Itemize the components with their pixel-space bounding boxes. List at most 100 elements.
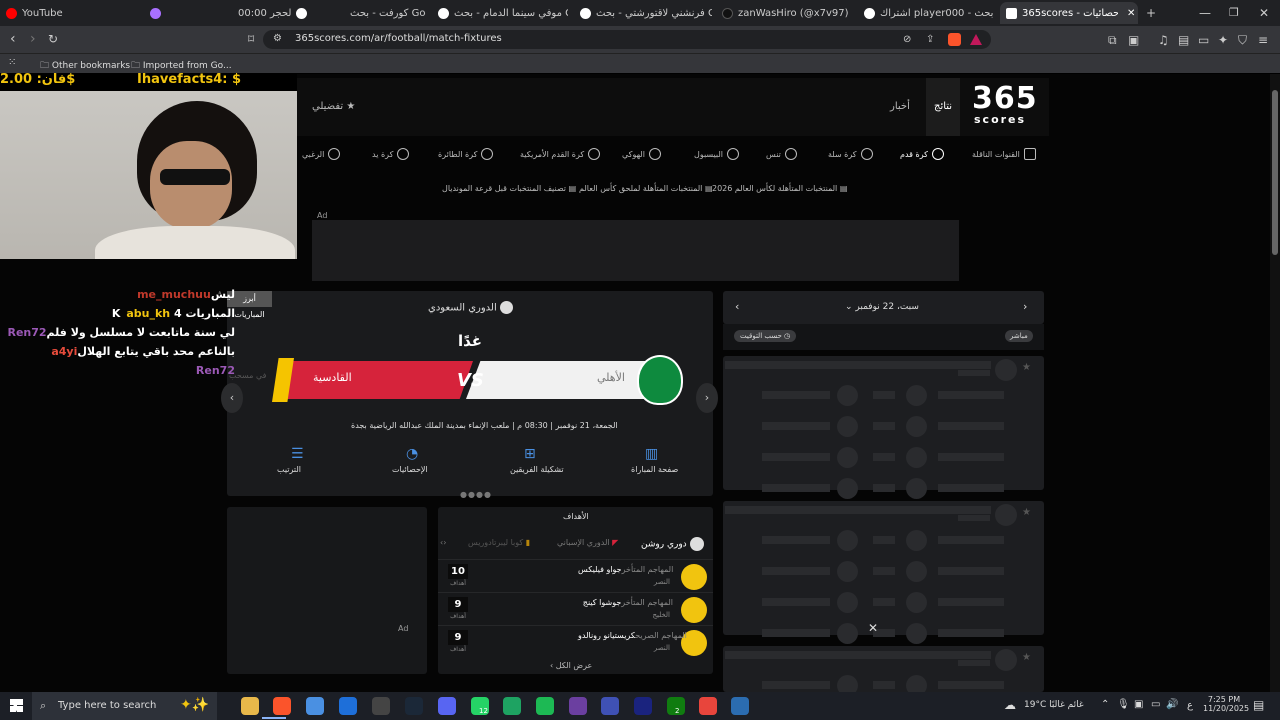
sidebar-icon[interactable]: ▤ <box>1178 34 1189 46</box>
date-prev-icon[interactable]: ‹ <box>735 300 739 313</box>
tab-youtube[interactable]: YouTube <box>6 2 146 24</box>
share-icon[interactable]: ⇪ <box>926 35 934 45</box>
windows-start-icon[interactable] <box>10 699 23 712</box>
wallet-2-icon[interactable]: ▭ <box>1198 34 1209 46</box>
tab-google-1[interactable]: كورفت - بحث Google <box>296 2 426 24</box>
menu-icon[interactable]: ≡ <box>1258 34 1268 46</box>
forward-icon[interactable]: › <box>30 32 36 46</box>
carousel-dots[interactable]: ●●●● <box>460 490 492 499</box>
tray-chevron-icon[interactable]: ⌃ <box>1101 699 1109 710</box>
sport-american-football[interactable]: كرة القدم الأمريكية <box>520 148 601 160</box>
show-all-link[interactable]: ‹ عرض الكل <box>550 661 592 670</box>
site-logo[interactable]: 365 <box>972 84 1038 114</box>
screen-icon[interactable] <box>731 697 749 715</box>
back-icon[interactable]: ‹ <box>10 32 16 46</box>
promo-ranking[interactable]: تصنيف المنتخبات قبل قرعة المونديال ▤ <box>442 184 576 193</box>
brave-icon[interactable] <box>273 697 291 715</box>
discord-icon[interactable] <box>438 697 456 715</box>
outlook-icon[interactable] <box>339 697 357 715</box>
apps-icon[interactable]: ⁙ <box>8 58 16 68</box>
translate-icon[interactable]: ⊘ <box>903 35 911 45</box>
store-icon[interactable] <box>306 697 324 715</box>
tab-google-4[interactable]: اشتراك player000 - بحث Google <box>864 2 994 24</box>
new-tab-icon[interactable]: + <box>1146 7 1156 19</box>
action-standings[interactable]: الترتيب <box>277 465 301 474</box>
nav-favorites[interactable]: تفضيلي ★ <box>312 101 355 112</box>
game-icon[interactable] <box>372 697 390 715</box>
player-name[interactable]: المهاجم المتأخرجوشوا كينج <box>578 598 676 607</box>
sport-tv[interactable]: القنوات الناقلة <box>972 148 1036 160</box>
app-icon[interactable] <box>569 697 587 715</box>
live-filter[interactable]: مباشر <box>1005 330 1033 342</box>
tab-libertadores[interactable]: كوبا ليبرتادوريس ▮ <box>468 538 530 547</box>
notifications-icon[interactable]: ▤ <box>1253 698 1264 712</box>
tab-google-2[interactable]: موفي سينما الدمام - بحث Google <box>438 2 568 24</box>
tab-365scores[interactable]: 365scores - نتائج وإحصائيات✕ <box>1000 2 1138 24</box>
close-ad-icon[interactable]: ✕ <box>868 621 878 635</box>
tab-twitch[interactable] <box>150 2 170 24</box>
weather-text[interactable]: 19°C غائم غالبًا <box>1024 700 1084 710</box>
action-stats[interactable]: الإحصائيات <box>392 465 428 474</box>
sport-basketball[interactable]: كرة سلة <box>828 148 873 160</box>
close-tab-icon[interactable]: ✕ <box>1127 8 1135 19</box>
steam-icon[interactable] <box>405 697 423 715</box>
address-input[interactable]: 365scores.com/ar/football/match-fixtures <box>263 30 991 49</box>
network-icon[interactable]: ▭ <box>1151 699 1160 710</box>
site-info-icon[interactable]: ⚙ <box>273 34 282 44</box>
player-name[interactable]: المهاجم الصريحكريستيانو رونالدو <box>578 631 687 640</box>
meet-icon[interactable] <box>503 697 521 715</box>
music-icon[interactable]: ♫ <box>1158 34 1169 46</box>
clock[interactable]: 7:25 PM 11/20/2025 <box>1203 695 1249 713</box>
star-icon[interactable]: ★ <box>1022 362 1031 373</box>
action-lineup[interactable]: تشكيلة الفريقين <box>510 465 564 474</box>
tab-tiktok[interactable]: zanWasHiro (@x7v97) | TikTok <box>722 2 852 24</box>
brave-shield-icon[interactable] <box>948 33 961 46</box>
scroll-left-icon[interactable]: ‹› <box>440 538 446 547</box>
language-indicator[interactable]: ع <box>1187 700 1193 711</box>
next-match-icon[interactable]: › <box>696 383 718 413</box>
sport-hockey[interactable]: الهوكي <box>622 148 661 160</box>
sport-tennis[interactable]: تنس <box>766 148 797 160</box>
scrollbar-thumb[interactable] <box>1272 90 1278 255</box>
file-explorer-icon[interactable] <box>241 697 259 715</box>
prev-match-icon[interactable]: ‹ <box>221 383 243 413</box>
star-icon[interactable]: ★ <box>1022 652 1031 663</box>
vpn-app-icon[interactable] <box>601 697 619 715</box>
nav-news[interactable]: أخبار <box>890 101 910 112</box>
sport-rugby[interactable]: الرغبي <box>302 148 341 160</box>
terminal-icon[interactable] <box>634 697 652 715</box>
vpn-icon[interactable]: ⛉ <box>1238 34 1247 46</box>
bookmark-icon[interactable]: ⌑ <box>248 33 254 45</box>
chrome-icon[interactable] <box>699 697 717 715</box>
nav-results[interactable]: نتائج <box>934 101 952 112</box>
tab-prayer[interactable]: 00:00 الحجر <box>238 2 292 24</box>
camera-icon[interactable]: ▣ <box>1134 699 1143 710</box>
sport-handball[interactable]: كرة يد <box>372 148 410 160</box>
tab-laliga[interactable]: الدوري الإسباني ◤ <box>557 538 618 547</box>
brave-rewards-icon[interactable] <box>970 34 982 45</box>
date-next-icon[interactable]: › <box>1023 300 1027 313</box>
extensions-icon[interactable]: ⧉ <box>1108 34 1117 46</box>
player-name[interactable]: المهاجم المتأخرجواو فيليكس <box>578 565 676 574</box>
sport-volleyball[interactable]: كرة الطائرة <box>438 148 494 160</box>
ad-box[interactable] <box>227 507 427 674</box>
promo-worldcup[interactable]: المنتخبات المتأهلة لكأس العالم 2026 ▤ <box>712 184 847 193</box>
sport-football[interactable]: كرة قدم <box>900 148 944 160</box>
wallet-icon[interactable]: ▣ <box>1128 34 1139 46</box>
reload-icon[interactable]: ↻ <box>48 33 58 45</box>
tab-rsl[interactable]: دوري روشن <box>641 537 704 551</box>
star-icon[interactable]: ★ <box>1022 507 1031 518</box>
spotify-icon[interactable] <box>536 697 554 715</box>
mic-icon[interactable]: 🎙 <box>1117 699 1130 710</box>
sort-filter[interactable]: حسب التوقيت ◷ <box>734 330 797 342</box>
sport-baseball[interactable]: البيسبول <box>694 148 739 160</box>
date-picker[interactable]: ⌄ سبت، 22 نوفمبر <box>845 302 919 312</box>
ad-banner[interactable] <box>312 220 959 281</box>
promo-playoff[interactable]: المنتخبات المتأهلة لملحق كأس العالم ▤ <box>579 184 713 193</box>
close-window-icon[interactable]: ✕ <box>1259 7 1269 19</box>
leo-icon[interactable]: ✦ <box>1218 34 1228 46</box>
action-chart[interactable]: صفحة المباراة <box>631 465 678 474</box>
volume-icon[interactable]: 🔊 <box>1166 699 1178 710</box>
maximize-icon[interactable]: ❐ <box>1229 7 1239 18</box>
minimize-icon[interactable]: — <box>1199 7 1211 19</box>
